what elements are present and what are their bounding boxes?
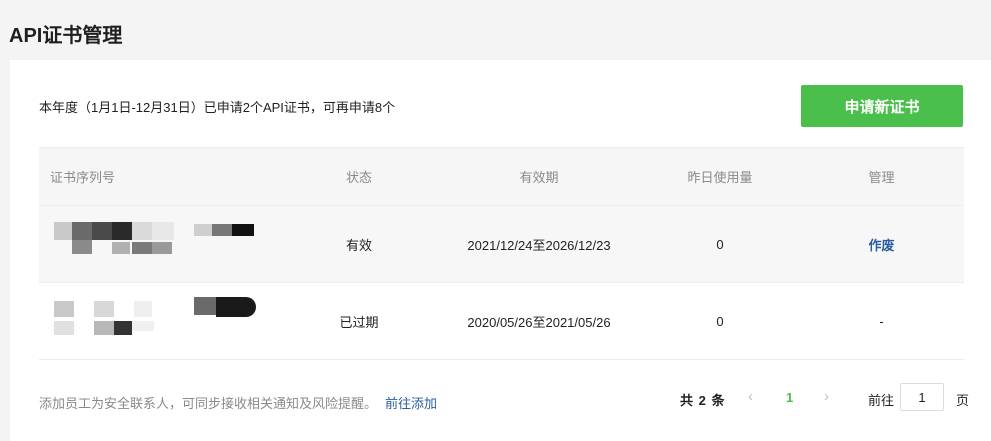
security-contact-text: 添加员工为安全联系人，可同步接收相关通知及风险提醒。 bbox=[39, 396, 378, 411]
goto-label: 前往 bbox=[868, 393, 895, 408]
column-header-serial: 证书序列号 bbox=[50, 170, 116, 185]
quota-text: 本年度（1月1日-12月31日）已申请2个API证书，可再申请8个 bbox=[39, 100, 396, 115]
status-cell: 已过期 bbox=[339, 314, 379, 330]
usage-cell: 0 bbox=[716, 236, 724, 252]
revoke-link[interactable]: 作废 bbox=[819, 206, 944, 282]
total-count: 共 2 条 bbox=[680, 393, 726, 408]
apply-new-certificate-button[interactable]: 申请新证书 bbox=[801, 85, 963, 127]
column-header-manage: 管理 bbox=[868, 170, 895, 185]
column-header-validity: 有效期 bbox=[519, 170, 559, 185]
redacted-serial bbox=[54, 220, 294, 264]
column-header-usage: 昨日使用量 bbox=[687, 170, 753, 185]
certificate-card: 本年度（1月1日-12月31日）已申请2个API证书，可再申请8个 申请新证书 … bbox=[10, 60, 991, 441]
table-row: 已过期 2020/05/26至2021/05/26 0 - bbox=[39, 283, 964, 360]
table-row: 有效 2021/12/24至2026/12/23 0 作废 bbox=[39, 206, 964, 283]
manage-cell: - bbox=[879, 313, 884, 329]
usage-cell: 0 bbox=[716, 313, 724, 329]
pagination: 共 2 条 ‹ 1 › 前往 页 bbox=[678, 382, 970, 414]
validity-cell: 2020/05/26至2021/05/26 bbox=[467, 314, 611, 330]
security-contact-note: 添加员工为安全联系人，可同步接收相关通知及风险提醒。 前往添加 bbox=[39, 393, 437, 412]
page-unit-label: 页 bbox=[956, 393, 970, 408]
next-page-icon[interactable]: › bbox=[824, 388, 829, 405]
validity-cell: 2021/12/24至2026/12/23 bbox=[467, 237, 611, 253]
table-header: 证书序列号 状态 有效期 昨日使用量 管理 bbox=[39, 147, 964, 206]
status-cell: 有效 bbox=[345, 237, 372, 253]
goto-page-input[interactable] bbox=[900, 383, 944, 411]
certificate-table: 证书序列号 状态 有效期 昨日使用量 管理 有效 2021/12/24至2026… bbox=[39, 147, 964, 360]
page-number-1[interactable]: 1 bbox=[786, 390, 793, 405]
redacted-serial bbox=[54, 297, 294, 341]
add-contact-link[interactable]: 前往添加 bbox=[385, 396, 437, 411]
prev-page-icon[interactable]: ‹ bbox=[748, 388, 753, 405]
column-header-status: 状态 bbox=[345, 170, 372, 185]
revoke-link-label[interactable]: 作废 bbox=[868, 235, 894, 254]
page-title: API证书管理 bbox=[9, 25, 123, 47]
